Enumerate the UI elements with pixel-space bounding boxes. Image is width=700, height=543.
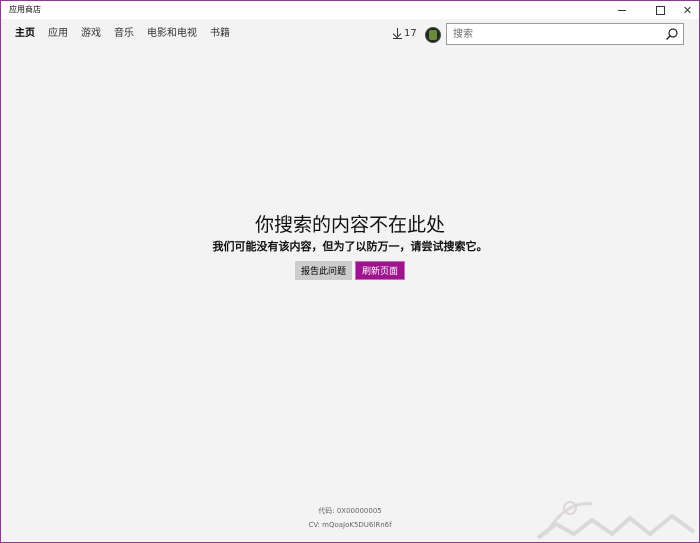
avatar-image [429, 30, 437, 40]
watermark-logo-image [536, 501, 696, 540]
maximize-button[interactable] [645, 1, 675, 19]
top-nav: 主页 应用 游戏 音乐 电影和电视 书籍 17 [1, 19, 699, 49]
store-window: 应用商店 ✕ 主页 应用 游戏 音乐 电影和电视 书籍 17 搜索 你搜索的内容… [0, 0, 700, 543]
minimize-button[interactable] [607, 1, 637, 19]
maximize-icon [655, 5, 665, 15]
downloads-count: 17 [404, 27, 417, 39]
close-icon: ✕ [682, 3, 693, 17]
nav-tab-apps[interactable]: 应用 [48, 28, 68, 40]
empty-results-heading: 你搜索的内容不在此处 [254, 214, 445, 236]
search-input[interactable] [447, 24, 663, 44]
search-icon[interactable] [665, 27, 679, 41]
empty-results-message: 我们可能没有该内容，但为了以防万一，请尝试搜索它。 [212, 240, 488, 253]
download-icon [392, 27, 402, 39]
nav-tab-music[interactable]: 音乐 [114, 28, 134, 40]
nav-tab-movies-tv[interactable]: 电影和电视 [147, 28, 197, 40]
nav-tab-books[interactable]: 书籍 [210, 28, 230, 40]
minimize-icon [618, 9, 626, 11]
nav-tab-home[interactable]: 主页 [15, 28, 35, 40]
nav-tabs: 主页 应用 游戏 音乐 电影和电视 书籍 [15, 28, 243, 40]
user-avatar[interactable] [425, 27, 441, 43]
title-bar: 应用商店 ✕ [1, 1, 699, 19]
search-box [446, 23, 684, 45]
nav-tab-games[interactable]: 游戏 [81, 28, 101, 40]
close-button[interactable]: ✕ [676, 1, 699, 19]
downloads-button[interactable]: 17 [392, 27, 417, 39]
app-title: 应用商店 [9, 5, 41, 14]
action-buttons: 报告此问题 刷新页面 [1, 261, 699, 280]
refresh-page-button[interactable]: 刷新页面 [355, 261, 406, 280]
empty-results-panel: 你搜索的内容不在此处 我们可能没有该内容，但为了以防万一，请尝试搜索它。 报告此… [1, 211, 699, 280]
report-issue-button[interactable]: 报告此问题 [294, 261, 352, 280]
